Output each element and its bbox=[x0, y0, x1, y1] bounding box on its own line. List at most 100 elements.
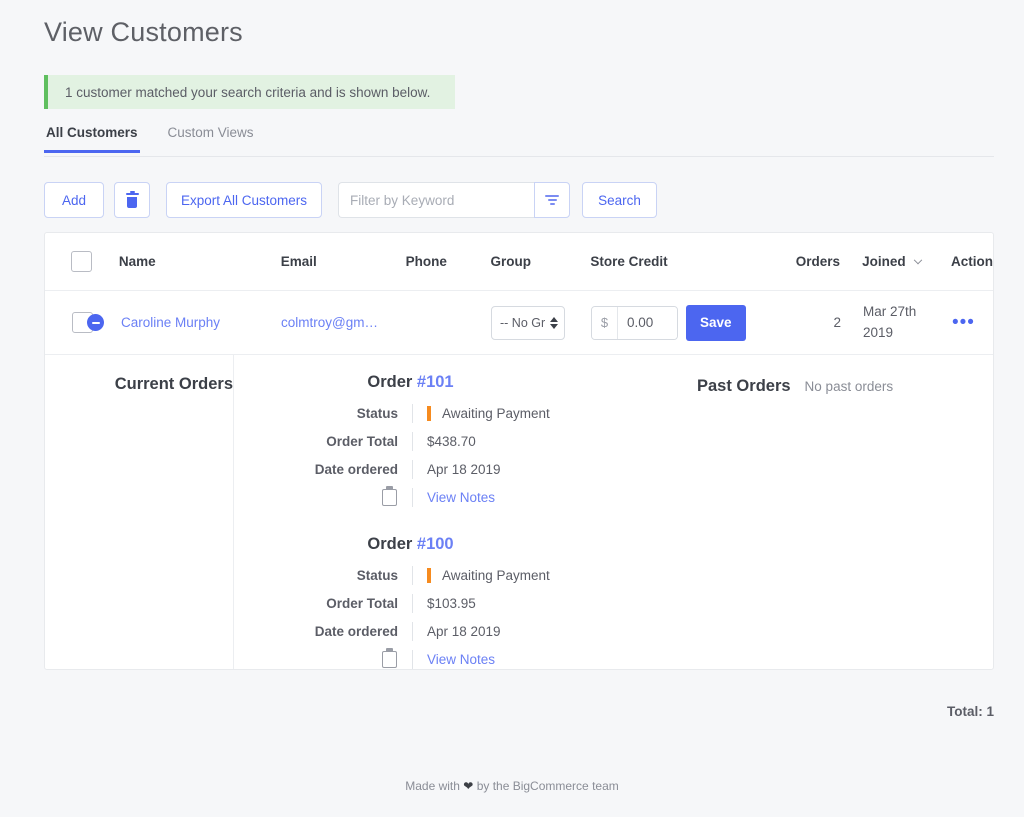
customer-group-select[interactable]: -- No Gr bbox=[491, 305, 565, 340]
filter-button[interactable] bbox=[534, 182, 571, 218]
order-total-value: $438.70 bbox=[412, 432, 476, 451]
status-indicator-icon bbox=[427, 406, 431, 421]
row-select-cell bbox=[45, 312, 119, 333]
current-orders-column: Current Orders bbox=[45, 355, 234, 669]
joined-date-line2: 2019 bbox=[863, 324, 894, 340]
notes-icon-cell bbox=[234, 648, 412, 668]
order-notes-value: View Notes bbox=[412, 650, 495, 669]
success-alert: 1 customer matched your search criteria … bbox=[44, 75, 455, 109]
order-notes-value: View Notes bbox=[412, 488, 495, 507]
order-total-label: Order Total bbox=[326, 596, 398, 611]
joined-date-line1: Mar 27th bbox=[863, 303, 917, 319]
column-header-phone[interactable]: Phone bbox=[406, 254, 491, 269]
table-header: Name Email Phone Group Store Credit Orde… bbox=[45, 233, 993, 291]
order-number-link[interactable]: #100 bbox=[417, 535, 454, 553]
order-total-row: Order Total $103.95 bbox=[234, 594, 639, 613]
search-group bbox=[338, 182, 571, 218]
order-status-label: Status bbox=[356, 406, 398, 421]
order-date-row: Date ordered Apr 18 2019 bbox=[234, 460, 639, 479]
customer-email-link[interactable]: colmtroy@gm… bbox=[281, 315, 378, 330]
clipboard-icon bbox=[382, 648, 397, 668]
notes-icon-cell bbox=[234, 486, 412, 506]
order-number-link[interactable]: #101 bbox=[417, 373, 454, 391]
order-block: Order #100 Status Awaiting Payment Order… bbox=[234, 535, 639, 669]
order-details: Status Awaiting Payment Order Total $438… bbox=[234, 404, 639, 507]
ellipsis-icon[interactable]: ••• bbox=[952, 312, 975, 333]
cell-group: -- No Gr bbox=[491, 305, 591, 340]
current-orders-heading: Current Orders bbox=[114, 375, 233, 393]
past-orders-column: Past Orders No past orders bbox=[639, 355, 993, 669]
toolbar: Add Export All Customers Search bbox=[44, 182, 658, 218]
tab-bar: All Customers Custom Views bbox=[44, 123, 994, 157]
search-button[interactable]: Search bbox=[582, 182, 658, 218]
page-title: View Customers bbox=[44, 17, 243, 47]
tab-all-customers[interactable]: All Customers bbox=[44, 123, 140, 153]
order-date-value: Apr 18 2019 bbox=[412, 622, 501, 641]
export-all-customers-button[interactable]: Export All Customers bbox=[166, 182, 323, 218]
collapse-row-icon[interactable] bbox=[87, 314, 104, 331]
order-date-label: Date ordered bbox=[314, 624, 398, 639]
heart-icon: ❤ bbox=[463, 779, 474, 793]
add-button[interactable]: Add bbox=[44, 182, 104, 218]
order-total-label: Order Total bbox=[326, 434, 398, 449]
order-status-value-wrap: Awaiting Payment bbox=[412, 566, 550, 585]
save-button[interactable]: Save bbox=[686, 304, 746, 341]
clipboard-icon bbox=[382, 486, 397, 506]
past-orders-heading: Past Orders bbox=[697, 377, 791, 395]
customer-name-link[interactable]: Caroline Murphy bbox=[121, 315, 220, 330]
store-credit-input-group: $ bbox=[591, 305, 678, 340]
cell-action: ••• bbox=[926, 313, 993, 332]
order-total-row: Order Total $438.70 bbox=[234, 432, 639, 451]
cell-orders-count: 2 bbox=[833, 315, 841, 330]
footer-prefix: Made with bbox=[405, 779, 460, 793]
order-status-label: Status bbox=[356, 568, 398, 583]
order-date-label: Date ordered bbox=[314, 462, 398, 477]
column-header-email[interactable]: Email bbox=[281, 254, 406, 269]
order-status-row: Status Awaiting Payment bbox=[234, 404, 639, 423]
column-header-joined[interactable]: Joined bbox=[840, 254, 925, 269]
order-notes-row: View Notes bbox=[234, 648, 639, 669]
order-title: Order #101 bbox=[234, 373, 639, 392]
table-row: Caroline Murphy colmtroy@gm… -- No Gr $ bbox=[45, 291, 993, 355]
cell-store-credit: $ Save bbox=[591, 304, 766, 341]
trash-icon bbox=[125, 190, 139, 208]
order-status-row: Status Awaiting Payment bbox=[234, 566, 639, 585]
column-header-group[interactable]: Group bbox=[490, 254, 590, 269]
search-input[interactable] bbox=[338, 182, 535, 218]
no-past-orders-text: No past orders bbox=[804, 379, 894, 394]
delete-button[interactable] bbox=[114, 182, 150, 218]
footer-credit: Made with ❤ by the BigCommerce team bbox=[0, 779, 1024, 793]
view-notes-link[interactable]: View Notes bbox=[427, 652, 495, 667]
column-header-orders[interactable]: Orders bbox=[765, 254, 840, 269]
order-status-value-wrap: Awaiting Payment bbox=[412, 404, 550, 423]
column-header-joined-label: Joined bbox=[862, 254, 906, 269]
order-date-value: Apr 18 2019 bbox=[412, 460, 501, 479]
column-header-store-credit[interactable]: Store Credit bbox=[590, 254, 765, 269]
cell-email: colmtroy@gm… bbox=[281, 315, 406, 330]
order-title-prefix: Order bbox=[367, 373, 413, 391]
footer-suffix: by the BigCommerce team bbox=[476, 779, 619, 793]
store-credit-input[interactable] bbox=[618, 306, 677, 339]
total-count: Total: 1 bbox=[947, 704, 994, 719]
currency-symbol: $ bbox=[592, 306, 618, 339]
order-block: Order #101 Status Awaiting Payment Order… bbox=[234, 373, 639, 507]
order-title: Order #100 bbox=[234, 535, 639, 554]
select-all-checkbox[interactable] bbox=[71, 251, 93, 272]
orders-list: Order #101 Status Awaiting Payment Order… bbox=[234, 355, 639, 669]
order-status-value: Awaiting Payment bbox=[442, 406, 550, 421]
view-notes-link[interactable]: View Notes bbox=[427, 490, 495, 505]
alert-message: 1 customer matched your search criteria … bbox=[65, 84, 431, 100]
expanded-orders-panel: Current Orders Order #101 Status Awaitin… bbox=[45, 355, 993, 669]
order-date-row: Date ordered Apr 18 2019 bbox=[234, 622, 639, 641]
select-all-cell bbox=[45, 251, 119, 272]
cell-name: Caroline Murphy bbox=[87, 314, 281, 331]
chevron-down-icon bbox=[914, 255, 923, 265]
order-total-value: $103.95 bbox=[412, 594, 476, 613]
column-header-action: Action bbox=[951, 254, 993, 269]
status-indicator-icon bbox=[427, 568, 431, 583]
stepper-icon bbox=[550, 316, 558, 329]
order-notes-row: View Notes bbox=[234, 486, 639, 507]
filter-icon bbox=[545, 194, 560, 206]
column-header-name[interactable]: Name bbox=[119, 254, 281, 269]
tab-custom-views[interactable]: Custom Views bbox=[166, 123, 256, 150]
